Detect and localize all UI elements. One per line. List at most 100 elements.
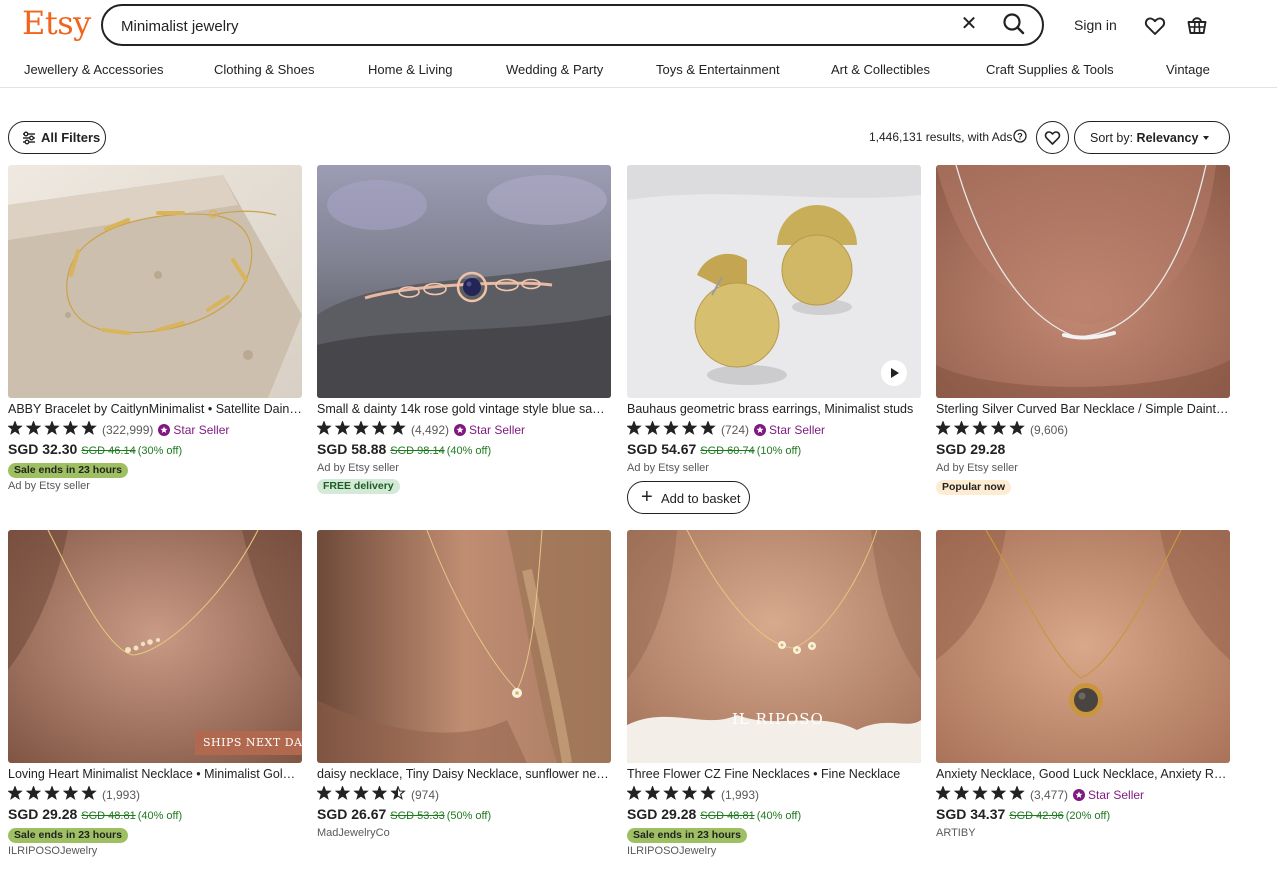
nav-item-home[interactable]: Home & Living xyxy=(368,62,453,77)
play-video-button[interactable] xyxy=(881,360,907,386)
nav-item-craft[interactable]: Craft Supplies & Tools xyxy=(986,62,1114,77)
star-fill xyxy=(664,421,678,434)
listing-card[interactable]: ABBY Bracelet by CaitlynMinimalist • Sat… xyxy=(7,165,302,510)
nav-item-art[interactable]: Art & Collectibles xyxy=(831,62,930,77)
star-rating-icon xyxy=(316,785,407,804)
star-fill xyxy=(973,421,987,434)
sale-price: SGD 58.88 xyxy=(317,441,387,457)
nav-item-wedding[interactable]: Wedding & Party xyxy=(506,62,603,77)
search-input[interactable] xyxy=(119,15,943,37)
review-count: (1,993) xyxy=(721,788,760,802)
star-fill xyxy=(336,786,349,799)
nav-item-toys[interactable]: Toys & Entertainment xyxy=(656,62,780,77)
listing-card[interactable]: Anxiety Necklace, Good Luck Necklace, An… xyxy=(935,530,1230,875)
star-seller-icon xyxy=(454,424,467,436)
review-count: (322,999) xyxy=(102,423,154,437)
star-rating-icon xyxy=(935,420,1026,439)
review-count: (4,492) xyxy=(411,423,450,437)
nav-item-vintage[interactable]: Vintage xyxy=(1166,62,1210,77)
listing-image[interactable] xyxy=(317,165,611,398)
rating-row: (724) Star Seller xyxy=(626,420,825,437)
star-fill xyxy=(936,786,950,799)
add-to-basket-button[interactable]: + Add to basket xyxy=(627,481,750,514)
listing-title[interactable]: Sterling Silver Curved Bar Necklace / Si… xyxy=(936,402,1230,416)
sign-in-link[interactable]: Sign in xyxy=(1074,17,1117,33)
caret-down-icon xyxy=(1203,136,1209,140)
star-fill xyxy=(1010,786,1024,799)
star-fill xyxy=(27,786,40,799)
help-question-icon[interactable]: ? xyxy=(1013,129,1027,143)
listing-image[interactable] xyxy=(317,530,611,763)
original-price: SGD 53.33 xyxy=(390,810,445,822)
sale-badge: Sale ends in 23 hours xyxy=(8,463,128,478)
play-icon xyxy=(891,368,899,378)
nav-item-jewellery[interactable]: Jewellery & Accessories xyxy=(24,62,163,77)
search-bar[interactable] xyxy=(101,4,1044,46)
shop-name[interactable]: ILRIPOSOJewelry xyxy=(627,845,716,857)
star-fill xyxy=(701,421,715,434)
price-row: SGD 58.88 SGD 98.14 (40% off) xyxy=(317,441,491,459)
ad-label: Ad by Etsy seller xyxy=(317,462,399,474)
sort-dropdown[interactable]: Sort by: Relevancy xyxy=(1074,121,1230,154)
star-seller-icon xyxy=(754,424,767,436)
popular-now-badge: Popular now xyxy=(936,480,1011,495)
listing-card[interactable]: SHIPS NEXT DAY Loving Heart Minimalist N… xyxy=(7,530,302,875)
listing-title[interactable]: Anxiety Necklace, Good Luck Necklace, An… xyxy=(936,767,1230,781)
listing-card[interactable]: Bauhaus geometric brass earrings, Minima… xyxy=(626,165,921,514)
listing-image[interactable] xyxy=(8,165,302,398)
star-seller-badge: Star Seller xyxy=(1073,788,1144,802)
search-icon[interactable] xyxy=(1000,10,1028,38)
sale-price: SGD 54.67 xyxy=(627,441,697,457)
star-fill xyxy=(701,786,715,799)
discount-percent: (10% off) xyxy=(756,445,802,457)
sort-value: Relevancy xyxy=(1136,131,1199,145)
nav-item-clothing[interactable]: Clothing & Shoes xyxy=(214,62,314,77)
listing-title[interactable]: ABBY Bracelet by CaitlynMinimalist • Sat… xyxy=(8,402,302,416)
save-search-heart-button[interactable] xyxy=(1036,121,1069,154)
listing-image[interactable]: IL RIPOSO xyxy=(627,530,921,763)
listing-title[interactable]: Bauhaus geometric brass earrings, Minima… xyxy=(627,402,921,416)
etsy-logo[interactable]: Etsy xyxy=(22,4,91,42)
listing-card[interactable]: Small & dainty 14k rose gold vintage sty… xyxy=(316,165,611,510)
star-rating-icon xyxy=(7,420,98,439)
all-filters-button[interactable]: All Filters xyxy=(8,121,106,154)
star-fill xyxy=(8,786,22,799)
star-fill xyxy=(627,421,641,434)
star-rating-icon xyxy=(935,785,1026,804)
all-filters-label: All Filters xyxy=(41,130,101,145)
star-fill xyxy=(373,421,386,434)
shop-name[interactable]: ARTIBY xyxy=(936,827,976,839)
listing-title[interactable]: Loving Heart Minimalist Necklace • Minim… xyxy=(8,767,302,781)
sale-price: SGD 32.30 xyxy=(8,441,78,457)
listing-image[interactable] xyxy=(936,165,1230,398)
discount-percent: (40% off) xyxy=(137,810,183,822)
listing-image[interactable] xyxy=(627,165,921,398)
original-price: SGD 98.14 xyxy=(390,445,445,457)
shop-name[interactable]: ILRIPOSOJewelry xyxy=(8,845,97,857)
listing-card[interactable]: Sterling Silver Curved Bar Necklace / Si… xyxy=(935,165,1230,510)
shop-name[interactable]: MadJewelryCo xyxy=(317,827,390,839)
discount-percent: (20% off) xyxy=(1065,810,1111,822)
star-seller-label: Star Seller xyxy=(769,423,826,437)
basket-icon[interactable] xyxy=(1185,13,1209,37)
star-fill xyxy=(45,786,59,799)
star-fill xyxy=(992,786,1005,799)
discount-percent: (40% off) xyxy=(446,445,492,457)
listing-card[interactable]: IL RIPOSO Three Flower CZ Fine Necklaces… xyxy=(626,530,921,875)
listing-card[interactable]: daisy necklace, Tiny Daisy Necklace, sun… xyxy=(316,530,611,875)
svg-text:?: ? xyxy=(1017,132,1023,142)
sale-price: SGD 29.28 xyxy=(936,441,1006,457)
star-rating-icon xyxy=(626,785,717,804)
listing-image[interactable] xyxy=(936,530,1230,763)
listing-image[interactable]: SHIPS NEXT DAY xyxy=(8,530,302,763)
listing-title[interactable]: daisy necklace, Tiny Daisy Necklace, sun… xyxy=(317,767,611,781)
listing-title[interactable]: Three Flower CZ Fine Necklaces • Fine Ne… xyxy=(627,767,921,781)
original-price: SGD 42.96 xyxy=(1009,810,1064,822)
star-fill xyxy=(317,421,331,434)
star-seller-label: Star Seller xyxy=(173,423,230,437)
listing-title[interactable]: Small & dainty 14k rose gold vintage sty… xyxy=(317,402,611,416)
star-seller-badge: Star Seller xyxy=(754,423,825,437)
clear-search-icon[interactable]: ✕ xyxy=(958,13,980,35)
favorites-heart-icon[interactable] xyxy=(1143,14,1167,38)
add-to-basket-label: Add to basket xyxy=(661,491,741,506)
